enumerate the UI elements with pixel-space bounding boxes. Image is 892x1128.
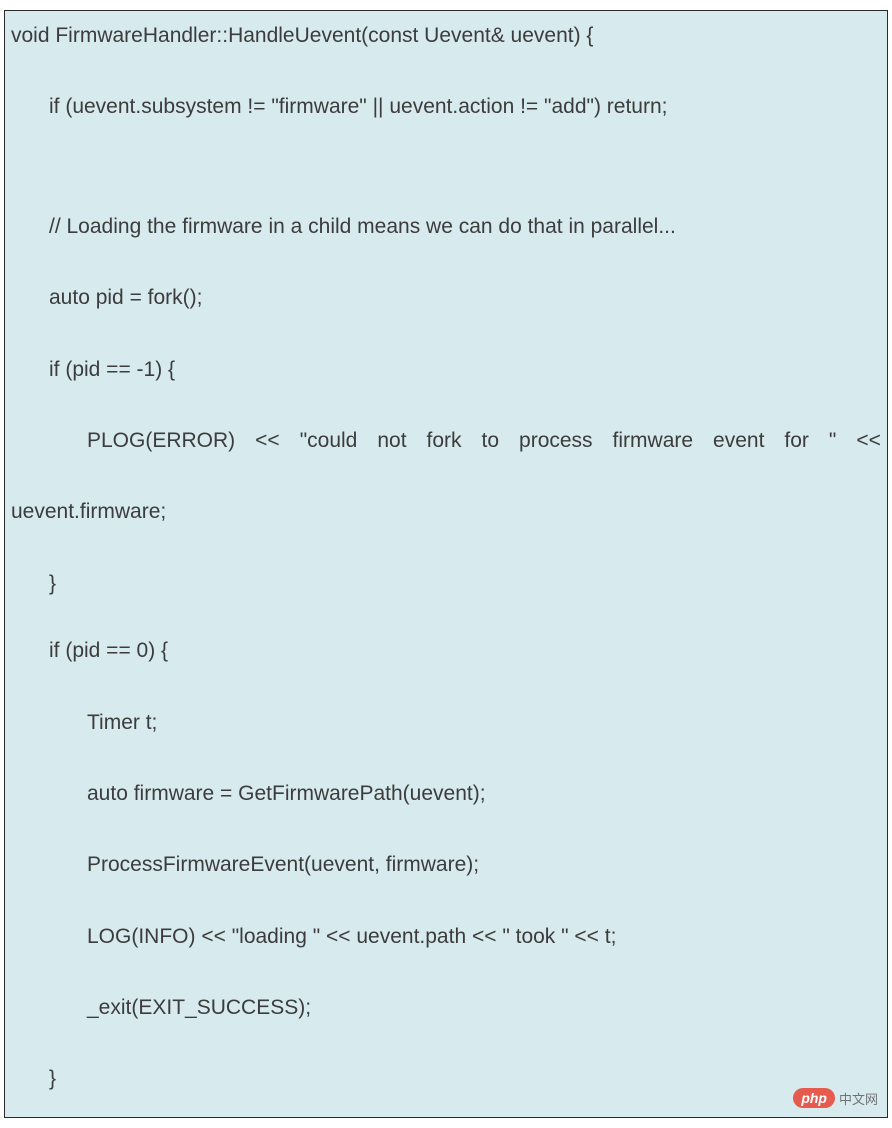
code-line: auto firmware = GetFirmwarePath(uevent); [5, 779, 887, 808]
code-line: auto pid = fork(); [5, 283, 887, 312]
code-line: Timer t; [5, 708, 887, 737]
code-line: uevent.firmware; [5, 497, 887, 526]
code-line: if (pid == 0) { [5, 636, 887, 665]
watermark: php 中文网 [793, 1088, 878, 1108]
brand-badge: php [793, 1088, 835, 1108]
code-line: } [5, 569, 887, 598]
code-line: if (uevent.subsystem != "firmware" || ue… [5, 92, 887, 121]
code-line-justified: PLOG(ERROR) << "could not fork to proces… [5, 426, 887, 455]
code-line: _exit(EXIT_SUCCESS); [5, 993, 887, 1022]
code-line: LOG(INFO) << "loading " << uevent.path <… [5, 922, 887, 951]
code-line: void FirmwareHandler::HandleUevent(const… [5, 11, 887, 50]
code-line: // Loading the firmware in a child means… [5, 212, 887, 241]
brand-text: 中文网 [839, 1089, 878, 1108]
code-line: } [5, 1064, 887, 1093]
code-line: ProcessFirmwareEvent(uevent, firmware); [5, 850, 887, 879]
code-line: if (pid == -1) { [5, 355, 887, 384]
code-container: void FirmwareHandler::HandleUevent(const… [4, 10, 888, 1118]
